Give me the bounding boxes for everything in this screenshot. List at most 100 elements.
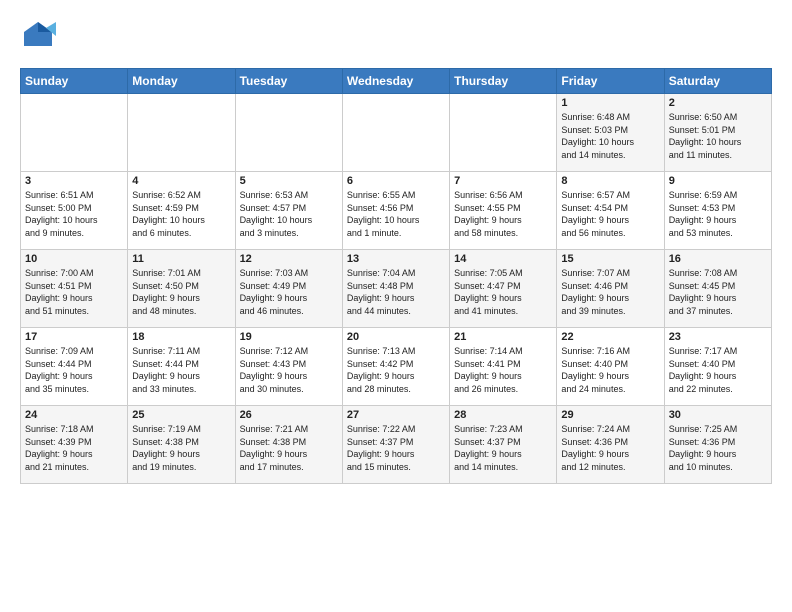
day-info: Sunrise: 6:59 AM Sunset: 4:53 PM Dayligh…: [669, 189, 767, 239]
header: [20, 18, 772, 54]
day-number: 3: [25, 175, 123, 187]
day-info: Sunrise: 7:21 AM Sunset: 4:38 PM Dayligh…: [240, 423, 338, 473]
col-header-sunday: Sunday: [21, 69, 128, 94]
day-cell: 6 Sunrise: 6:55 AM Sunset: 4:56 PM Daylig…: [342, 172, 449, 250]
col-header-tuesday: Tuesday: [235, 69, 342, 94]
day-number: 11: [132, 253, 230, 265]
day-cell: [342, 94, 449, 172]
col-header-thursday: Thursday: [450, 69, 557, 94]
day-number: 23: [669, 331, 767, 343]
day-cell: [128, 94, 235, 172]
day-number: 27: [347, 409, 445, 421]
col-header-monday: Monday: [128, 69, 235, 94]
day-number: 12: [240, 253, 338, 265]
day-info: Sunrise: 6:52 AM Sunset: 4:59 PM Dayligh…: [132, 189, 230, 239]
day-cell: 20 Sunrise: 7:13 AM Sunset: 4:42 PM Dayli…: [342, 328, 449, 406]
day-info: Sunrise: 7:19 AM Sunset: 4:38 PM Dayligh…: [132, 423, 230, 473]
day-number: 30: [669, 409, 767, 421]
day-info: Sunrise: 7:17 AM Sunset: 4:40 PM Dayligh…: [669, 345, 767, 395]
day-number: 20: [347, 331, 445, 343]
day-number: 28: [454, 409, 552, 421]
day-info: Sunrise: 7:24 AM Sunset: 4:36 PM Dayligh…: [561, 423, 659, 473]
day-cell: 26 Sunrise: 7:21 AM Sunset: 4:38 PM Dayli…: [235, 406, 342, 484]
day-number: 10: [25, 253, 123, 265]
day-info: Sunrise: 6:51 AM Sunset: 5:00 PM Dayligh…: [25, 189, 123, 239]
week-row-2: 3 Sunrise: 6:51 AM Sunset: 5:00 PM Daylig…: [21, 172, 772, 250]
day-cell: 4 Sunrise: 6:52 AM Sunset: 4:59 PM Daylig…: [128, 172, 235, 250]
day-number: 7: [454, 175, 552, 187]
day-cell: 18 Sunrise: 7:11 AM Sunset: 4:44 PM Dayli…: [128, 328, 235, 406]
day-info: Sunrise: 6:48 AM Sunset: 5:03 PM Dayligh…: [561, 111, 659, 161]
day-number: 18: [132, 331, 230, 343]
day-number: 29: [561, 409, 659, 421]
day-info: Sunrise: 7:09 AM Sunset: 4:44 PM Dayligh…: [25, 345, 123, 395]
day-cell: 13Sunrise: 7:04 AM Sunset: 4:48 PM Dayli…: [342, 250, 449, 328]
day-info: Sunrise: 6:56 AM Sunset: 4:55 PM Dayligh…: [454, 189, 552, 239]
day-info: Sunrise: 7:22 AM Sunset: 4:37 PM Dayligh…: [347, 423, 445, 473]
day-info: Sunrise: 7:00 AM Sunset: 4:51 PM Dayligh…: [25, 267, 123, 317]
day-cell: [235, 94, 342, 172]
day-cell: [21, 94, 128, 172]
day-info: Sunrise: 7:25 AM Sunset: 4:36 PM Dayligh…: [669, 423, 767, 473]
day-cell: 25 Sunrise: 7:19 AM Sunset: 4:38 PM Dayli…: [128, 406, 235, 484]
day-number: 16: [669, 253, 767, 265]
day-cell: [450, 94, 557, 172]
day-number: 17: [25, 331, 123, 343]
day-cell: 15Sunrise: 7:07 AM Sunset: 4:46 PM Dayli…: [557, 250, 664, 328]
day-cell: 14 Sunrise: 7:05 AM Sunset: 4:47 PM Dayli…: [450, 250, 557, 328]
day-number: 4: [132, 175, 230, 187]
day-info: Sunrise: 7:16 AM Sunset: 4:40 PM Dayligh…: [561, 345, 659, 395]
day-info: Sunrise: 7:05 AM Sunset: 4:47 PM Dayligh…: [454, 267, 552, 317]
day-info: Sunrise: 7:13 AM Sunset: 4:42 PM Dayligh…: [347, 345, 445, 395]
day-cell: 10 Sunrise: 7:00 AM Sunset: 4:51 PM Dayli…: [21, 250, 128, 328]
col-header-friday: Friday: [557, 69, 664, 94]
day-cell: 17 Sunrise: 7:09 AM Sunset: 4:44 PM Dayli…: [21, 328, 128, 406]
day-info: Sunrise: 7:03 AM Sunset: 4:49 PM Dayligh…: [240, 267, 338, 317]
day-cell: 22 Sunrise: 7:16 AM Sunset: 4:40 PM Dayli…: [557, 328, 664, 406]
logo-icon: [20, 18, 56, 54]
day-number: 1: [561, 97, 659, 109]
day-cell: 7 Sunrise: 6:56 AM Sunset: 4:55 PM Daylig…: [450, 172, 557, 250]
day-cell: 24 Sunrise: 7:18 AM Sunset: 4:39 PM Dayli…: [21, 406, 128, 484]
day-info: Sunrise: 7:14 AM Sunset: 4:41 PM Dayligh…: [454, 345, 552, 395]
day-cell: 12 Sunrise: 7:03 AM Sunset: 4:49 PM Dayli…: [235, 250, 342, 328]
day-info: Sunrise: 6:53 AM Sunset: 4:57 PM Dayligh…: [240, 189, 338, 239]
day-number: 24: [25, 409, 123, 421]
day-cell: 28Sunrise: 7:23 AM Sunset: 4:37 PM Dayli…: [450, 406, 557, 484]
day-cell: 1 Sunrise: 6:48 AM Sunset: 5:03 PM Daylig…: [557, 94, 664, 172]
col-header-saturday: Saturday: [664, 69, 771, 94]
day-number: 15: [561, 253, 659, 265]
day-cell: 27 Sunrise: 7:22 AM Sunset: 4:37 PM Dayli…: [342, 406, 449, 484]
day-number: 6: [347, 175, 445, 187]
calendar-table: SundayMondayTuesdayWednesdayThursdayFrid…: [20, 68, 772, 484]
day-info: Sunrise: 7:11 AM Sunset: 4:44 PM Dayligh…: [132, 345, 230, 395]
day-cell: 29 Sunrise: 7:24 AM Sunset: 4:36 PM Dayli…: [557, 406, 664, 484]
day-cell: 16 Sunrise: 7:08 AM Sunset: 4:45 PM Dayli…: [664, 250, 771, 328]
day-number: 2: [669, 97, 767, 109]
day-info: Sunrise: 6:57 AM Sunset: 4:54 PM Dayligh…: [561, 189, 659, 239]
day-number: 19: [240, 331, 338, 343]
header-row: SundayMondayTuesdayWednesdayThursdayFrid…: [21, 69, 772, 94]
day-cell: 30 Sunrise: 7:25 AM Sunset: 4:36 PM Dayli…: [664, 406, 771, 484]
day-cell: 5 Sunrise: 6:53 AM Sunset: 4:57 PM Daylig…: [235, 172, 342, 250]
day-cell: 21Sunrise: 7:14 AM Sunset: 4:41 PM Dayli…: [450, 328, 557, 406]
day-number: 25: [132, 409, 230, 421]
day-number: 22: [561, 331, 659, 343]
page: SundayMondayTuesdayWednesdayThursdayFrid…: [0, 0, 792, 494]
week-row-4: 17 Sunrise: 7:09 AM Sunset: 4:44 PM Dayli…: [21, 328, 772, 406]
day-cell: 23 Sunrise: 7:17 AM Sunset: 4:40 PM Dayli…: [664, 328, 771, 406]
day-info: Sunrise: 6:55 AM Sunset: 4:56 PM Dayligh…: [347, 189, 445, 239]
week-row-3: 10 Sunrise: 7:00 AM Sunset: 4:51 PM Dayli…: [21, 250, 772, 328]
day-info: Sunrise: 6:50 AM Sunset: 5:01 PM Dayligh…: [669, 111, 767, 161]
day-cell: 19Sunrise: 7:12 AM Sunset: 4:43 PM Dayli…: [235, 328, 342, 406]
day-number: 8: [561, 175, 659, 187]
day-info: Sunrise: 7:01 AM Sunset: 4:50 PM Dayligh…: [132, 267, 230, 317]
day-cell: 9Sunrise: 6:59 AM Sunset: 4:53 PM Daylig…: [664, 172, 771, 250]
logo: [20, 18, 60, 54]
day-number: 5: [240, 175, 338, 187]
day-info: Sunrise: 7:08 AM Sunset: 4:45 PM Dayligh…: [669, 267, 767, 317]
day-number: 26: [240, 409, 338, 421]
day-number: 14: [454, 253, 552, 265]
day-info: Sunrise: 7:04 AM Sunset: 4:48 PM Dayligh…: [347, 267, 445, 317]
day-info: Sunrise: 7:18 AM Sunset: 4:39 PM Dayligh…: [25, 423, 123, 473]
